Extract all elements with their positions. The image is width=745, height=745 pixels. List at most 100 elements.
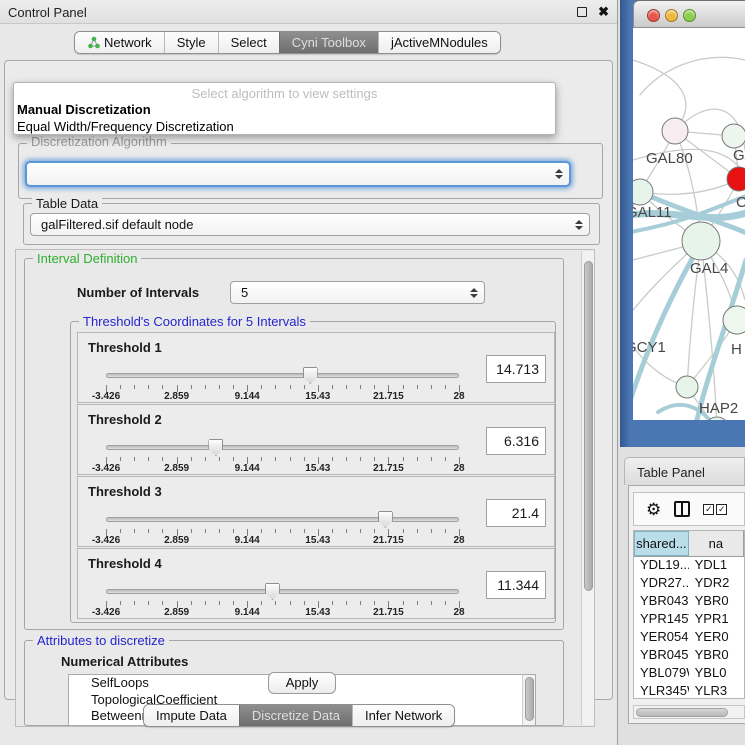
table-header-row: shared...na [634, 531, 744, 557]
split-columns-icon[interactable] [674, 501, 690, 517]
table-toolbar: ⚙ ✓ ✓ [633, 492, 745, 526]
close-traffic-light[interactable] [647, 9, 660, 22]
tab-label: Cyni Toolbox [292, 35, 366, 50]
slider-thumb[interactable] [208, 439, 223, 456]
threshold-slider[interactable] [106, 369, 459, 383]
tab-infer-network[interactable]: Infer Network [352, 705, 454, 726]
network-node-ga[interactable] [722, 124, 745, 148]
threshold-value-field[interactable]: 14.713 [486, 355, 546, 383]
numerical-attributes-label: Numerical Attributes [61, 654, 188, 669]
popup-placeholder-item[interactable]: Select algorithm to view settings [14, 86, 555, 101]
threshold-value-field[interactable]: 6.316 [486, 427, 546, 455]
table-panel-body: ⚙ ✓ ✓ shared...na YDL19...YDL1YDR27...YD… [628, 485, 745, 724]
table-row[interactable]: YPR145WYPR1 [634, 611, 744, 629]
slider-thumb[interactable] [303, 367, 318, 384]
network-view-window: GAL80GACGAL11GAL4GCY1HHAP2 [620, 0, 745, 447]
table-cell: YDL19... [634, 557, 689, 575]
column-header[interactable]: na [689, 531, 744, 556]
table-row[interactable]: YBR045CYBR0 [634, 647, 744, 665]
table-row[interactable]: YDR27...YDR2 [634, 575, 744, 593]
table-panel-titlebar[interactable]: Table Panel [624, 457, 745, 485]
thresholds-group: Threshold's Coordinates for 5 Intervals … [70, 321, 556, 623]
node-label: C [736, 194, 745, 211]
cyni-mode-tabs: Impute Data Discretize Data Infer Network [143, 704, 455, 727]
number-of-intervals-value: 5 [241, 285, 248, 300]
slider-thumb[interactable] [265, 583, 280, 600]
interval-definition-group: Interval Definition Number of Intervals … [24, 258, 564, 630]
network-edge-thick[interactable] [697, 260, 745, 420]
tab-label: Infer Network [365, 708, 442, 723]
table-panel-window: Table Panel ⚙ ✓ ✓ shared...na YDL19...YD… [624, 457, 745, 724]
slider-thumb[interactable] [378, 511, 393, 528]
table-horizontal-scrollbar[interactable] [633, 705, 745, 719]
close-icon[interactable]: ✖ [598, 4, 609, 20]
tab-network[interactable]: Network [75, 32, 164, 53]
threshold-row-4: Threshold 4-3.4262.8599.14415.4321.71528… [77, 548, 555, 619]
network-node-gal80[interactable] [662, 118, 688, 144]
table-cell: YER054C [634, 629, 689, 647]
table-row[interactable]: YDL19...YDL1 [634, 557, 744, 575]
network-node-gal4[interactable] [682, 222, 720, 260]
network-canvas[interactable]: GAL80GACGAL11GAL4GCY1HHAP2 [633, 28, 745, 420]
network-node-hap2[interactable] [676, 376, 698, 398]
table-data-select[interactable]: galFiltered.sif default node [30, 213, 590, 236]
tab-select[interactable]: Select [218, 32, 279, 53]
checkbox-icon[interactable]: ✓ [703, 504, 714, 515]
tab-cyni-toolbox[interactable]: Cyni Toolbox [279, 32, 378, 53]
group-title: Discretization Algorithm [27, 134, 171, 149]
threshold-label: Threshold 2 [88, 412, 162, 427]
tab-style[interactable]: Style [164, 32, 218, 53]
tab-jactivemnodules[interactable]: jActiveMNodules [378, 32, 500, 53]
apply-button[interactable]: Apply [268, 672, 336, 694]
table-row[interactable]: YBL079WYBL0 [634, 665, 744, 683]
slider-tick-labels: -3.4262.8599.14415.4321.71528 [106, 535, 459, 547]
network-edge[interactable] [640, 179, 739, 194]
threshold-slider[interactable] [106, 441, 459, 455]
checkbox-icon[interactable]: ✓ [716, 504, 727, 515]
threshold-label: Threshold 3 [88, 484, 162, 499]
tab-impute-data[interactable]: Impute Data [144, 705, 239, 726]
popup-option-equal-width-frequency[interactable]: Equal Width/Frequency Discretization [16, 119, 552, 134]
table-cell: YER0 [689, 629, 744, 647]
network-node-c[interactable] [727, 167, 745, 191]
threshold-slider[interactable] [106, 513, 459, 527]
tab-label: Impute Data [156, 708, 227, 723]
threshold-row-1: Threshold 1-3.4262.8599.14415.4321.71528… [77, 332, 555, 403]
network-edge[interactable] [640, 57, 745, 95]
gear-icon[interactable]: ⚙ [646, 501, 661, 518]
node-table[interactable]: shared...na YDL19...YDL1YDR27...YDR2YBR0… [633, 530, 745, 699]
list-scrollbar[interactable] [522, 675, 535, 725]
network-edge[interactable] [633, 327, 687, 387]
threshold-slider[interactable] [106, 585, 459, 599]
table-row[interactable]: YER054CYER0 [634, 629, 744, 647]
number-of-intervals-select[interactable]: 5 [230, 281, 485, 304]
group-title: Interval Definition [33, 251, 141, 266]
threshold-label: Threshold 1 [88, 340, 162, 355]
table-row[interactable]: YBR043CYBR0 [634, 593, 744, 611]
node-label: HAP2 [699, 400, 738, 417]
screen: Control Panel ✖ NetworkStyleSelectCyni T… [0, 0, 745, 745]
algorithm-select[interactable] [25, 161, 571, 187]
table-cell: YBL079W [634, 665, 689, 683]
number-of-intervals-label: Number of Intervals [77, 285, 199, 300]
slider-tick-labels: -3.4262.8599.14415.4321.71528 [106, 607, 459, 619]
column-header[interactable]: shared... [634, 531, 689, 556]
popup-option-manual-discretization[interactable]: Manual Discretization [16, 102, 552, 117]
slider-track[interactable] [106, 589, 459, 594]
minimize-traffic-light[interactable] [665, 9, 678, 22]
network-window-titlebar[interactable] [633, 0, 745, 28]
table-data-value: galFiltered.sif default node [41, 217, 193, 232]
table-row[interactable]: YLR345WYLR3 [634, 683, 744, 699]
slider-track[interactable] [106, 445, 459, 450]
float-window-icon[interactable] [577, 7, 587, 17]
threshold-value-field[interactable]: 21.4 [486, 499, 546, 527]
slider-track[interactable] [106, 517, 459, 522]
zoom-traffic-light[interactable] [683, 9, 696, 22]
node-label: GAL80 [646, 150, 693, 167]
settings-scrollbar[interactable] [581, 251, 594, 725]
algorithm-dropdown-popup: Select algorithm to view settings Manual… [13, 82, 556, 135]
tab-discretize-data[interactable]: Discretize Data [239, 705, 352, 726]
slider-track[interactable] [106, 373, 459, 378]
threshold-rows: Threshold 1 -3.4262.8599.14415.4321.71528… [73, 332, 555, 620]
threshold-value-field[interactable]: 11.344 [486, 571, 546, 599]
